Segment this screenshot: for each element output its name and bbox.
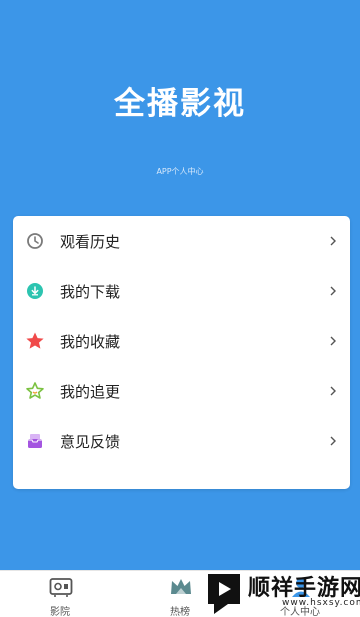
menu-item-following[interactable]: 我的追更	[13, 366, 350, 416]
clock-icon	[25, 231, 45, 251]
menu-card: 观看历史 我的下载 我的收藏 我的追更 意见反馈	[13, 216, 350, 489]
watermark-url: www.hsxsy.com	[282, 598, 360, 608]
menu-item-label: 我的追更	[60, 382, 121, 401]
cinema-icon	[49, 576, 73, 598]
star-filled-icon	[25, 331, 45, 351]
watermark-logo-icon	[204, 570, 244, 614]
app-title: 全播影视	[114, 86, 246, 122]
tab-cinema[interactable]: 影院	[0, 571, 120, 617]
chevron-right-icon	[327, 335, 339, 347]
star-outline-icon	[25, 381, 45, 401]
chevron-right-icon	[327, 385, 339, 397]
menu-item-favorites[interactable]: 我的收藏	[13, 316, 350, 366]
tab-label: 影院	[50, 607, 70, 617]
chevron-right-icon	[327, 435, 339, 447]
chevron-right-icon	[327, 285, 339, 297]
menu-item-label: 意见反馈	[60, 432, 121, 451]
menu-item-label: 我的下载	[60, 282, 121, 301]
download-icon	[25, 281, 45, 301]
chevron-right-icon	[327, 235, 339, 247]
menu-item-downloads[interactable]: 我的下载	[13, 266, 350, 316]
menu-item-label: 我的收藏	[60, 332, 121, 351]
crown-icon	[169, 576, 193, 598]
header: 全播影视 APP个人中心	[0, 0, 360, 215]
app-subtitle: APP个人中心	[156, 167, 204, 176]
inbox-icon	[25, 431, 45, 451]
menu-item-label: 观看历史	[60, 232, 121, 251]
menu-item-feedback[interactable]: 意见反馈	[13, 416, 350, 466]
menu-item-history[interactable]: 观看历史	[13, 216, 350, 266]
watermark: 顺祥手游网 www.hsxsy.com	[200, 566, 360, 617]
